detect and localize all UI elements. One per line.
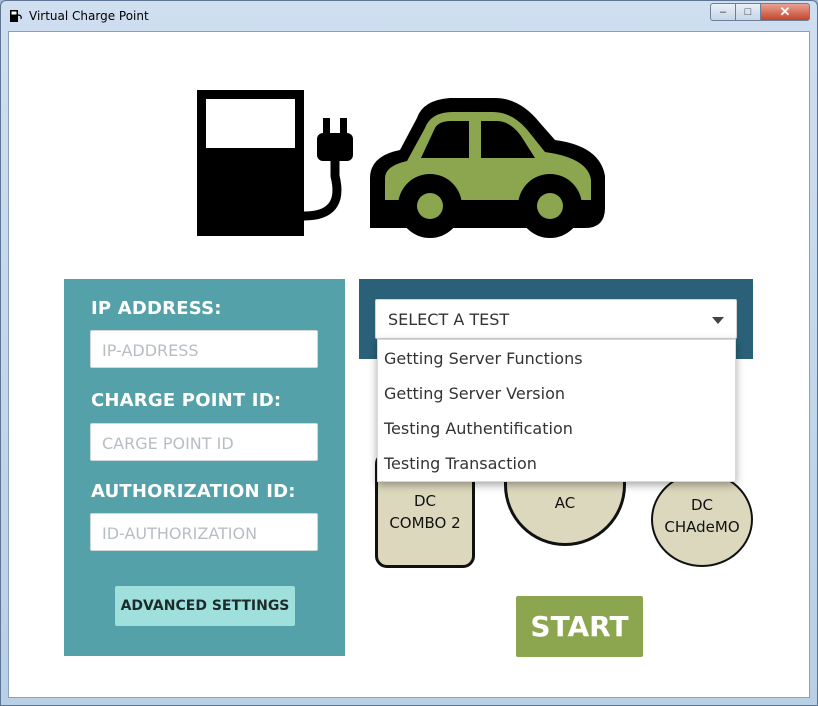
menu-item-server-version[interactable]: Getting Server Version <box>384 384 565 403</box>
app-window: Virtual Charge Point – □ ✕ IP ADDRESS: I… <box>0 0 818 706</box>
connector-ac-label: AC <box>554 494 576 512</box>
charge-point-id-label: CHARGE POINT ID: <box>91 390 282 411</box>
connector-combo-line1: DC <box>413 492 437 510</box>
menu-item-transaction[interactable]: Testing Transaction <box>384 454 537 473</box>
menu-item-server-functions[interactable]: Getting Server Functions <box>384 349 583 368</box>
authorization-id-label: AUTHORIZATION ID: <box>91 481 296 502</box>
connection-settings-panel: IP ADDRESS: IP-ADDRESS CHARGE POINT ID: … <box>64 279 345 656</box>
connector-combo-line2: COMBO 2 <box>389 514 461 532</box>
client-area: IP ADDRESS: IP-ADDRESS CHARGE POINT ID: … <box>8 31 810 698</box>
test-select-value: SELECT A TEST <box>388 310 510 329</box>
fuel-pump-icon <box>10 10 22 22</box>
chevron-down-icon <box>712 317 724 324</box>
ip-address-label: IP ADDRESS: <box>91 298 222 319</box>
authorization-id-placeholder: ID-AUTHORIZATION <box>102 524 258 543</box>
ip-address-placeholder: IP-ADDRESS <box>102 341 199 360</box>
start-button[interactable]: START <box>516 596 643 657</box>
advanced-settings-button[interactable]: ADVANCED SETTINGS <box>115 586 295 626</box>
test-select-dropdown[interactable]: SELECT A TEST <box>375 299 737 339</box>
menu-item-authentification[interactable]: Testing Authentification <box>384 419 573 438</box>
maximize-button[interactable]: □ <box>735 3 761 21</box>
title-bar[interactable]: Virtual Charge Point – □ ✕ <box>1 1 817 31</box>
authorization-id-input[interactable]: ID-AUTHORIZATION <box>90 513 318 551</box>
minimize-button[interactable]: – <box>710 3 736 21</box>
connector-dc-chademo[interactable]: DC CHAdeMO <box>651 472 753 567</box>
charging-car-logo-icon <box>197 90 605 238</box>
ip-address-input[interactable]: IP-ADDRESS <box>90 330 318 368</box>
connector-chademo-line2: CHAdeMO <box>664 518 740 536</box>
test-options-menu: Getting Server Functions Getting Server … <box>377 339 736 482</box>
window-title: Virtual Charge Point <box>29 9 149 23</box>
connector-chademo-line1: DC <box>690 496 714 514</box>
close-button[interactable]: ✕ <box>760 3 810 21</box>
charge-point-id-input[interactable]: CARGE POINT ID <box>90 423 318 461</box>
charge-point-id-placeholder: CARGE POINT ID <box>102 434 234 453</box>
